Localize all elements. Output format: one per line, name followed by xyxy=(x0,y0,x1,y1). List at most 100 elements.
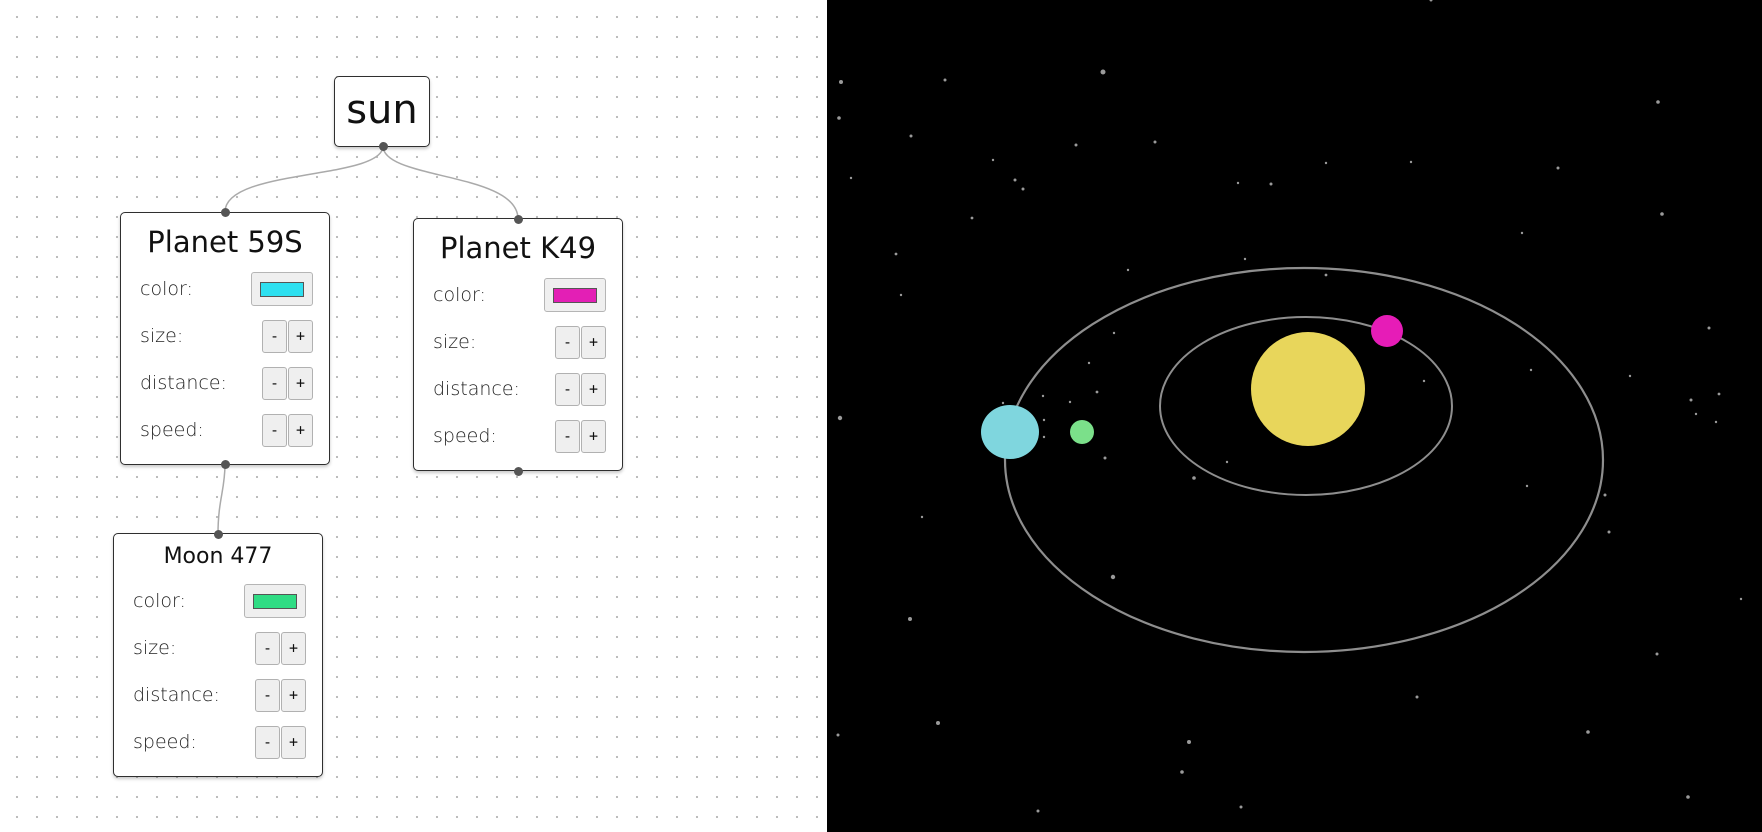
planet-k49-title: Planet K49 xyxy=(439,231,597,265)
planet-59s-speed-stepper: - + xyxy=(262,413,313,447)
planet-k49-size-stepper: - + xyxy=(555,325,606,359)
star xyxy=(1243,257,1247,261)
size-decrease-button[interactable]: - xyxy=(262,319,287,353)
star xyxy=(894,252,898,256)
size-increase-button[interactable]: + xyxy=(281,631,306,665)
color-label: color: xyxy=(133,590,186,612)
star xyxy=(991,158,995,162)
star xyxy=(1717,392,1721,396)
star xyxy=(1603,493,1607,497)
star xyxy=(1100,69,1106,75)
star xyxy=(1153,140,1157,144)
size-label: size: xyxy=(140,325,184,347)
edge-planet-59s-moon xyxy=(217,463,226,535)
star xyxy=(1689,398,1693,402)
star xyxy=(943,78,947,82)
star xyxy=(836,733,840,737)
size-label: size: xyxy=(133,637,177,659)
edge-sun-planet-k49 xyxy=(382,145,519,220)
star xyxy=(837,116,841,120)
star xyxy=(908,617,912,621)
moon-477-color-picker[interactable] xyxy=(244,584,306,618)
moon-477-speed-stepper: - + xyxy=(255,725,306,759)
star xyxy=(1269,182,1273,186)
planet-k49-output-handle[interactable] xyxy=(513,466,523,476)
planet-59s-speed-row: speed: - + xyxy=(140,413,313,447)
sun-output-handle[interactable] xyxy=(378,141,388,151)
speed-increase-button[interactable]: + xyxy=(581,419,606,453)
planet-59s-color-row: color: xyxy=(140,272,313,306)
planet-k49-size-row: size: - + xyxy=(433,325,606,359)
star xyxy=(920,515,924,519)
color-swatch xyxy=(260,281,304,297)
color-swatch xyxy=(253,593,297,609)
star xyxy=(909,134,913,138)
planet-59s-output-handle[interactable] xyxy=(220,459,230,469)
star xyxy=(1013,178,1017,182)
speed-decrease-button[interactable]: - xyxy=(255,725,280,759)
star xyxy=(1714,420,1718,424)
size-label: size: xyxy=(433,331,477,353)
distance-decrease-button[interactable]: - xyxy=(255,678,280,712)
moon-477-input-handle[interactable] xyxy=(213,529,223,539)
star xyxy=(1422,379,1426,383)
space-scene xyxy=(836,0,1743,813)
star xyxy=(1042,418,1046,422)
edge-sun-planet-59s xyxy=(224,145,384,213)
distance-label: distance: xyxy=(133,684,220,706)
size-decrease-button[interactable]: - xyxy=(555,325,580,359)
planet-59s-input-handle[interactable] xyxy=(220,207,230,217)
size-increase-button[interactable]: + xyxy=(288,319,313,353)
speed-label: speed: xyxy=(133,731,197,753)
speed-increase-button[interactable]: + xyxy=(288,413,313,447)
planet-k49-color-picker[interactable] xyxy=(544,278,606,312)
planet-k49-sphere xyxy=(1371,315,1403,347)
planet-59s-color-picker[interactable] xyxy=(251,272,313,306)
star xyxy=(1112,331,1116,335)
distance-label: distance: xyxy=(140,372,227,394)
distance-decrease-button[interactable]: - xyxy=(262,366,287,400)
star xyxy=(1529,368,1533,372)
planet-k49-input-handle[interactable] xyxy=(513,214,523,224)
sun-sphere xyxy=(1251,332,1365,446)
star xyxy=(970,216,974,220)
star xyxy=(1525,484,1529,488)
distance-increase-button[interactable]: + xyxy=(281,678,306,712)
moon-477-distance-stepper: - + xyxy=(255,678,306,712)
size-decrease-button[interactable]: - xyxy=(255,631,280,665)
star xyxy=(1628,374,1632,378)
moon-477-color-row: color: xyxy=(133,584,306,618)
planet-59s-sphere xyxy=(981,405,1039,459)
star xyxy=(1429,0,1433,2)
star xyxy=(1236,181,1240,185)
sun-node[interactable]: sun xyxy=(334,76,430,147)
speed-decrease-button[interactable]: - xyxy=(262,413,287,447)
star xyxy=(1103,456,1107,460)
speed-increase-button[interactable]: + xyxy=(281,725,306,759)
planet-k49-node[interactable]: Planet K49 color: size: - + distance: - … xyxy=(413,218,623,471)
star xyxy=(936,721,940,725)
solar-system-3d-view[interactable] xyxy=(827,0,1762,832)
planet-59s-size-stepper: - + xyxy=(262,319,313,353)
planet-59s-distance-row: distance: - + xyxy=(140,366,313,400)
distance-increase-button[interactable]: + xyxy=(288,366,313,400)
star xyxy=(1180,770,1184,774)
star xyxy=(1239,805,1243,809)
color-label: color: xyxy=(433,284,486,306)
star xyxy=(1586,730,1590,734)
distance-increase-button[interactable]: + xyxy=(581,372,606,406)
color-swatch xyxy=(553,287,597,303)
planet-59s-node[interactable]: Planet 59S color: size: - + distance: - … xyxy=(120,212,330,465)
moon-477-node[interactable]: Moon 477 color: size: - + distance: - + … xyxy=(113,533,323,777)
moon-477-size-row: size: - + xyxy=(133,631,306,665)
node-editor-canvas[interactable]: sun Planet 59S color: size: - + distance… xyxy=(0,0,827,832)
distance-decrease-button[interactable]: - xyxy=(555,372,580,406)
sun-node-title: sun xyxy=(346,87,418,133)
speed-decrease-button[interactable]: - xyxy=(555,419,580,453)
star xyxy=(1087,361,1091,365)
moon-477-distance-row: distance: - + xyxy=(133,678,306,712)
speed-label: speed: xyxy=(140,419,204,441)
planet-59s-size-row: size: - + xyxy=(140,319,313,353)
star xyxy=(1660,212,1664,216)
size-increase-button[interactable]: + xyxy=(581,325,606,359)
